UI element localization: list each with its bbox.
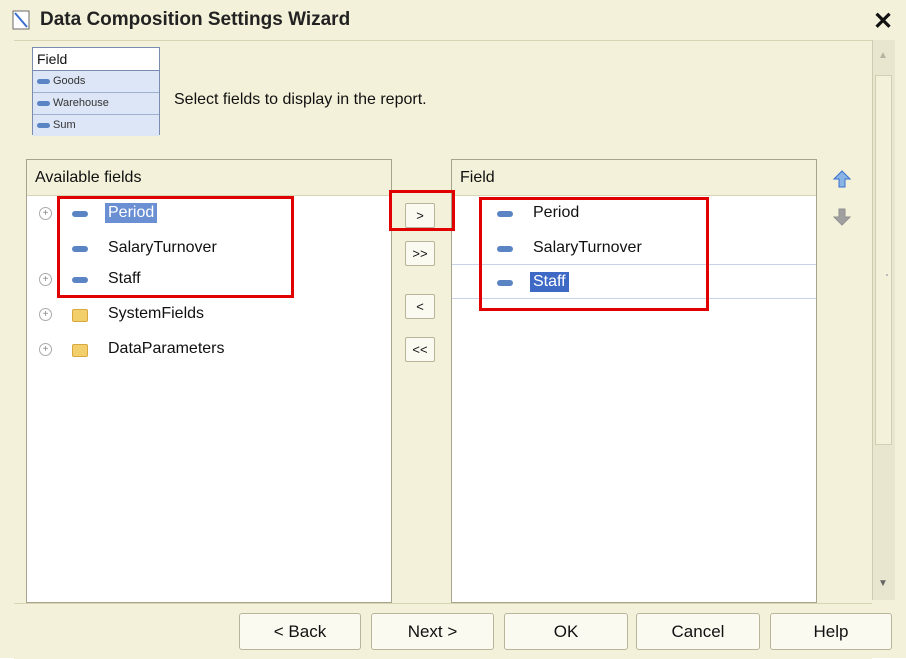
field-icon <box>497 211 513 217</box>
window-title: Data Composition Settings Wizard <box>40 9 351 30</box>
tree-item-label: SalaryTurnover <box>108 239 217 256</box>
badge-row: Warehouse <box>33 93 159 115</box>
header-area: Field Goods Warehouse Sum Select fields … <box>14 40 872 149</box>
available-fields-panel: Available fields + Period SalaryTurnover… <box>26 159 392 603</box>
badge-row: Goods <box>33 71 159 93</box>
tree-item-label: DataParameters <box>108 340 225 357</box>
badge-row: Sum <box>33 115 159 136</box>
add-field-button[interactable]: > <box>405 203 435 228</box>
expand-icon[interactable]: + <box>39 207 52 220</box>
footer-button-bar: < Back Next > OK Cancel Help <box>14 603 892 659</box>
field-icon <box>497 246 513 252</box>
instruction-text: Select fields to display in the report. <box>174 91 427 108</box>
tree-item-salaryturnover[interactable]: SalaryTurnover <box>27 235 391 265</box>
wizard-icon <box>12 10 30 30</box>
badge-title: Field <box>33 48 159 71</box>
tree-item-dataparameters[interactable]: + DataParameters <box>27 336 391 366</box>
move-up-icon[interactable] <box>833 170 851 188</box>
field-icon <box>72 211 88 217</box>
field-icon <box>37 100 50 106</box>
row-divider <box>452 264 816 265</box>
tree-item-label: SystemFields <box>108 305 205 322</box>
remove-all-fields-button[interactable]: << <box>405 337 435 362</box>
field-icon <box>72 246 88 252</box>
selected-item-label: SalaryTurnover <box>533 239 642 256</box>
tree-item-staff[interactable]: + Staff <box>27 266 391 296</box>
tree-item-label: Staff <box>108 270 141 287</box>
folder-icon <box>72 309 88 322</box>
tree-item-period[interactable]: + Period <box>27 200 391 230</box>
back-button[interactable]: < Back <box>239 613 361 650</box>
close-icon[interactable]: ✕ <box>873 7 893 36</box>
title-bar: Data Composition Settings Wizard ✕ <box>0 0 906 40</box>
field-icon <box>37 78 50 84</box>
selected-item-staff[interactable]: Staff <box>452 269 816 299</box>
expand-icon[interactable]: + <box>39 308 52 321</box>
selected-item-label: Period <box>533 204 580 221</box>
expand-icon[interactable]: + <box>39 273 52 286</box>
selected-fields-panel: Field Period SalaryTurnover Staff <box>451 159 817 603</box>
tree-item-label: Period <box>105 203 158 223</box>
scroll-down-icon[interactable]: ▼ <box>878 578 888 589</box>
vertical-scrollbar[interactable]: ▲ ▼ <box>872 40 895 600</box>
field-icon <box>72 277 88 283</box>
selected-item-period[interactable]: Period <box>452 200 816 230</box>
remove-field-button[interactable]: < <box>405 294 435 319</box>
selected-item-salaryturnover[interactable]: SalaryTurnover <box>452 235 816 265</box>
expand-icon[interactable]: + <box>39 343 52 356</box>
selected-item-label: Staff <box>530 272 569 292</box>
available-fields-header: Available fields <box>27 160 391 196</box>
row-divider <box>452 298 816 299</box>
field-icon <box>497 280 513 286</box>
help-button[interactable]: Help <box>770 613 892 650</box>
add-all-fields-button[interactable]: >> <box>405 241 435 266</box>
field-icon <box>37 122 50 128</box>
scroll-thumb[interactable] <box>875 75 892 445</box>
move-down-icon[interactable] <box>833 208 851 226</box>
scroll-up-icon[interactable]: ▲ <box>878 50 888 61</box>
field-badge-illustration: Field Goods Warehouse Sum <box>32 47 160 136</box>
cancel-button[interactable]: Cancel <box>636 613 760 650</box>
grip-icon <box>886 274 888 276</box>
folder-icon <box>72 344 88 357</box>
tree-item-systemfields[interactable]: + SystemFields <box>27 301 391 331</box>
ok-button[interactable]: OK <box>504 613 628 650</box>
selected-fields-header: Field <box>452 160 816 196</box>
wizard-window: Data Composition Settings Wizard ✕ Field… <box>0 0 906 659</box>
next-button[interactable]: Next > <box>371 613 494 650</box>
